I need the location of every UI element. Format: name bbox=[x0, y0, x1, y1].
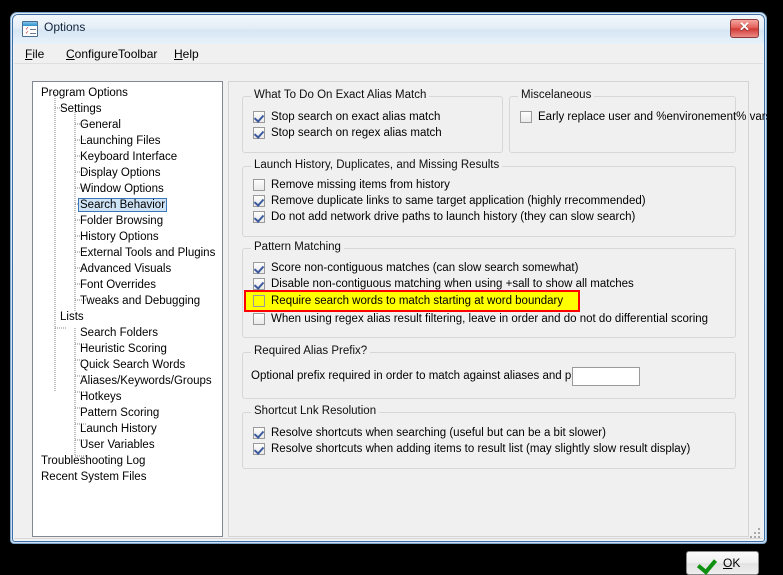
checkbox-resolve-when-searching[interactable] bbox=[253, 427, 265, 439]
tree-item-program-options[interactable]: Program Options bbox=[33, 85, 222, 101]
tree-item-keyboard-interface[interactable]: Keyboard Interface bbox=[33, 149, 222, 165]
group-title-exact-alias-match: What To Do On Exact Alias Match bbox=[251, 89, 430, 101]
tree-item-advanced-visuals[interactable]: Advanced Visuals bbox=[33, 261, 222, 277]
checkbox-label-remove-missing-items: Remove missing items from history bbox=[271, 179, 450, 191]
menu-label-file-rest: ile bbox=[32, 47, 45, 61]
green-check-icon bbox=[696, 554, 718, 575]
group-pattern-matching: Pattern Matching Score non-contiguous ma… bbox=[242, 241, 736, 338]
ok-button-label-rest: K bbox=[732, 556, 741, 570]
menu-item-configure-toolbar[interactable]: ConfigureToolbar bbox=[61, 46, 162, 62]
ok-button-label: OK bbox=[723, 556, 741, 570]
title-bar: ✓ ✓ Options ✕ bbox=[13, 15, 764, 44]
checkbox-disable-non-contiguous[interactable] bbox=[253, 278, 265, 290]
checkbox-label-regex-leave-in-order: When using regex alias result filtering,… bbox=[271, 313, 709, 325]
tree-item-search-folders[interactable]: Search Folders bbox=[33, 325, 222, 341]
group-exact-alias-match: What To Do On Exact Alias Match Stop sea… bbox=[242, 89, 503, 153]
tree-item-aliases-keywords-groups[interactable]: Aliases/Keywords/Groups bbox=[33, 373, 222, 389]
tree-item-lists[interactable]: Lists bbox=[33, 309, 222, 325]
group-launch-history: Launch History, Duplicates, and Missing … bbox=[242, 159, 736, 237]
tree-item-heuristic-scoring[interactable]: Heuristic Scoring bbox=[33, 341, 222, 357]
checkbox-label-remove-duplicate-links: Remove duplicate links to same target ap… bbox=[271, 195, 646, 207]
checkbox-no-network-paths[interactable] bbox=[253, 211, 265, 223]
checkbox-label-resolve-when-searching: Resolve shortcuts when searching (useful… bbox=[271, 427, 606, 439]
tree-item-troubleshooting-log[interactable]: Troubleshooting Log bbox=[33, 453, 222, 469]
menu-item-file[interactable]: File bbox=[20, 46, 49, 62]
tree-item-user-variables[interactable]: User Variables bbox=[33, 437, 222, 453]
label-optional-prefix: Optional prefix required in order to mat… bbox=[251, 370, 605, 382]
checkbox-label-require-word-boundary: Require search words to match starting a… bbox=[271, 295, 564, 307]
options-tree[interactable]: Program Options Settings General Launchi… bbox=[32, 81, 223, 537]
options-window: ✓ ✓ Options ✕ File ConfigureToolbar Help bbox=[12, 14, 771, 575]
menu-label-configuretoolbar-rest: onfigureToolbar bbox=[74, 47, 158, 61]
close-button[interactable]: ✕ bbox=[730, 19, 759, 38]
resize-grip[interactable] bbox=[747, 525, 760, 538]
window-title: Options bbox=[44, 20, 86, 34]
checkbox-require-word-boundary[interactable] bbox=[253, 295, 265, 307]
checkbox-resolve-when-adding[interactable] bbox=[253, 443, 265, 455]
group-shortcut-lnk-resolution: Shortcut Lnk Resolution Resolve shortcut… bbox=[242, 405, 736, 469]
group-title-required-alias-prefix: Required Alias Prefix? bbox=[251, 345, 371, 357]
checkbox-remove-missing-items[interactable] bbox=[253, 179, 265, 191]
checkbox-label-resolve-when-adding: Resolve shortcuts when adding items to r… bbox=[271, 443, 691, 455]
tree-item-tweaks-and-debugging[interactable]: Tweaks and Debugging bbox=[33, 293, 222, 309]
tree-item-launch-history[interactable]: Launch History bbox=[33, 421, 222, 437]
checkbox-regex-leave-in-order[interactable] bbox=[253, 313, 265, 325]
group-title-shortcut-lnk-resolution: Shortcut Lnk Resolution bbox=[251, 405, 380, 417]
tree-item-settings[interactable]: Settings bbox=[33, 101, 222, 117]
tree-item-external-tools-and-plugins[interactable]: External Tools and Plugins bbox=[33, 245, 222, 261]
checkbox-stop-exact-alias[interactable] bbox=[253, 111, 265, 123]
tree-item-folder-browsing[interactable]: Folder Browsing bbox=[33, 213, 222, 229]
checkbox-score-non-contiguous[interactable] bbox=[253, 262, 265, 274]
checkbox-label-no-network-paths: Do not add network drive paths to launch… bbox=[271, 211, 636, 223]
checkbox-remove-duplicate-links[interactable] bbox=[253, 195, 265, 207]
group-title-miscelaneous: Miscelaneous bbox=[518, 89, 595, 101]
tree-item-hotkeys[interactable]: Hotkeys bbox=[33, 389, 222, 405]
options-list-icon: ✓ ✓ bbox=[22, 21, 38, 37]
tree-item-search-behavior[interactable]: Search Behavior bbox=[33, 197, 222, 213]
tree-item-quick-search-words[interactable]: Quick Search Words bbox=[33, 357, 222, 373]
alias-prefix-input[interactable] bbox=[572, 367, 640, 386]
tree-item-launching-files[interactable]: Launching Files bbox=[33, 133, 222, 149]
checkbox-early-replace-vars[interactable] bbox=[520, 111, 532, 123]
menu-item-help[interactable]: Help bbox=[169, 46, 204, 62]
group-title-pattern-matching: Pattern Matching bbox=[251, 241, 344, 253]
tree-item-display-options[interactable]: Display Options bbox=[33, 165, 222, 181]
tree-item-history-options[interactable]: History Options bbox=[33, 229, 222, 245]
checkbox-label-score-non-contiguous: Score non-contiguous matches (can slow s… bbox=[271, 262, 579, 274]
menu-bar: File ConfigureToolbar Help bbox=[14, 44, 763, 64]
client-area: Program Options Settings General Launchi… bbox=[14, 64, 771, 575]
checkbox-label-stop-regex-alias: Stop search on regex alias match bbox=[271, 127, 442, 139]
checkbox-label-stop-exact-alias: Stop search on exact alias match bbox=[271, 111, 441, 123]
checkbox-label-early-replace-vars: Early replace user and %environement% va… bbox=[538, 111, 772, 123]
tree-item-font-overrides[interactable]: Font Overrides bbox=[33, 277, 222, 293]
footer-divider bbox=[14, 538, 763, 539]
checkbox-stop-regex-alias[interactable] bbox=[253, 127, 265, 139]
group-required-alias-prefix: Required Alias Prefix? Optional prefix r… bbox=[242, 345, 736, 399]
tree-item-window-options[interactable]: Window Options bbox=[33, 181, 222, 197]
group-title-launch-history: Launch History, Duplicates, and Missing … bbox=[251, 159, 503, 171]
tree-item-general[interactable]: General bbox=[33, 117, 222, 133]
tree-item-pattern-scoring[interactable]: Pattern Scoring bbox=[33, 405, 222, 421]
close-icon: ✕ bbox=[739, 19, 750, 34]
settings-pane: What To Do On Exact Alias Match Stop sea… bbox=[228, 81, 771, 537]
tree-item-recent-system-files[interactable]: Recent System Files bbox=[33, 469, 222, 485]
group-miscelaneous: Miscelaneous Early replace user and %env… bbox=[509, 89, 771, 153]
ok-button[interactable]: OK bbox=[686, 551, 759, 575]
menu-label-help-rest: elp bbox=[182, 47, 199, 61]
